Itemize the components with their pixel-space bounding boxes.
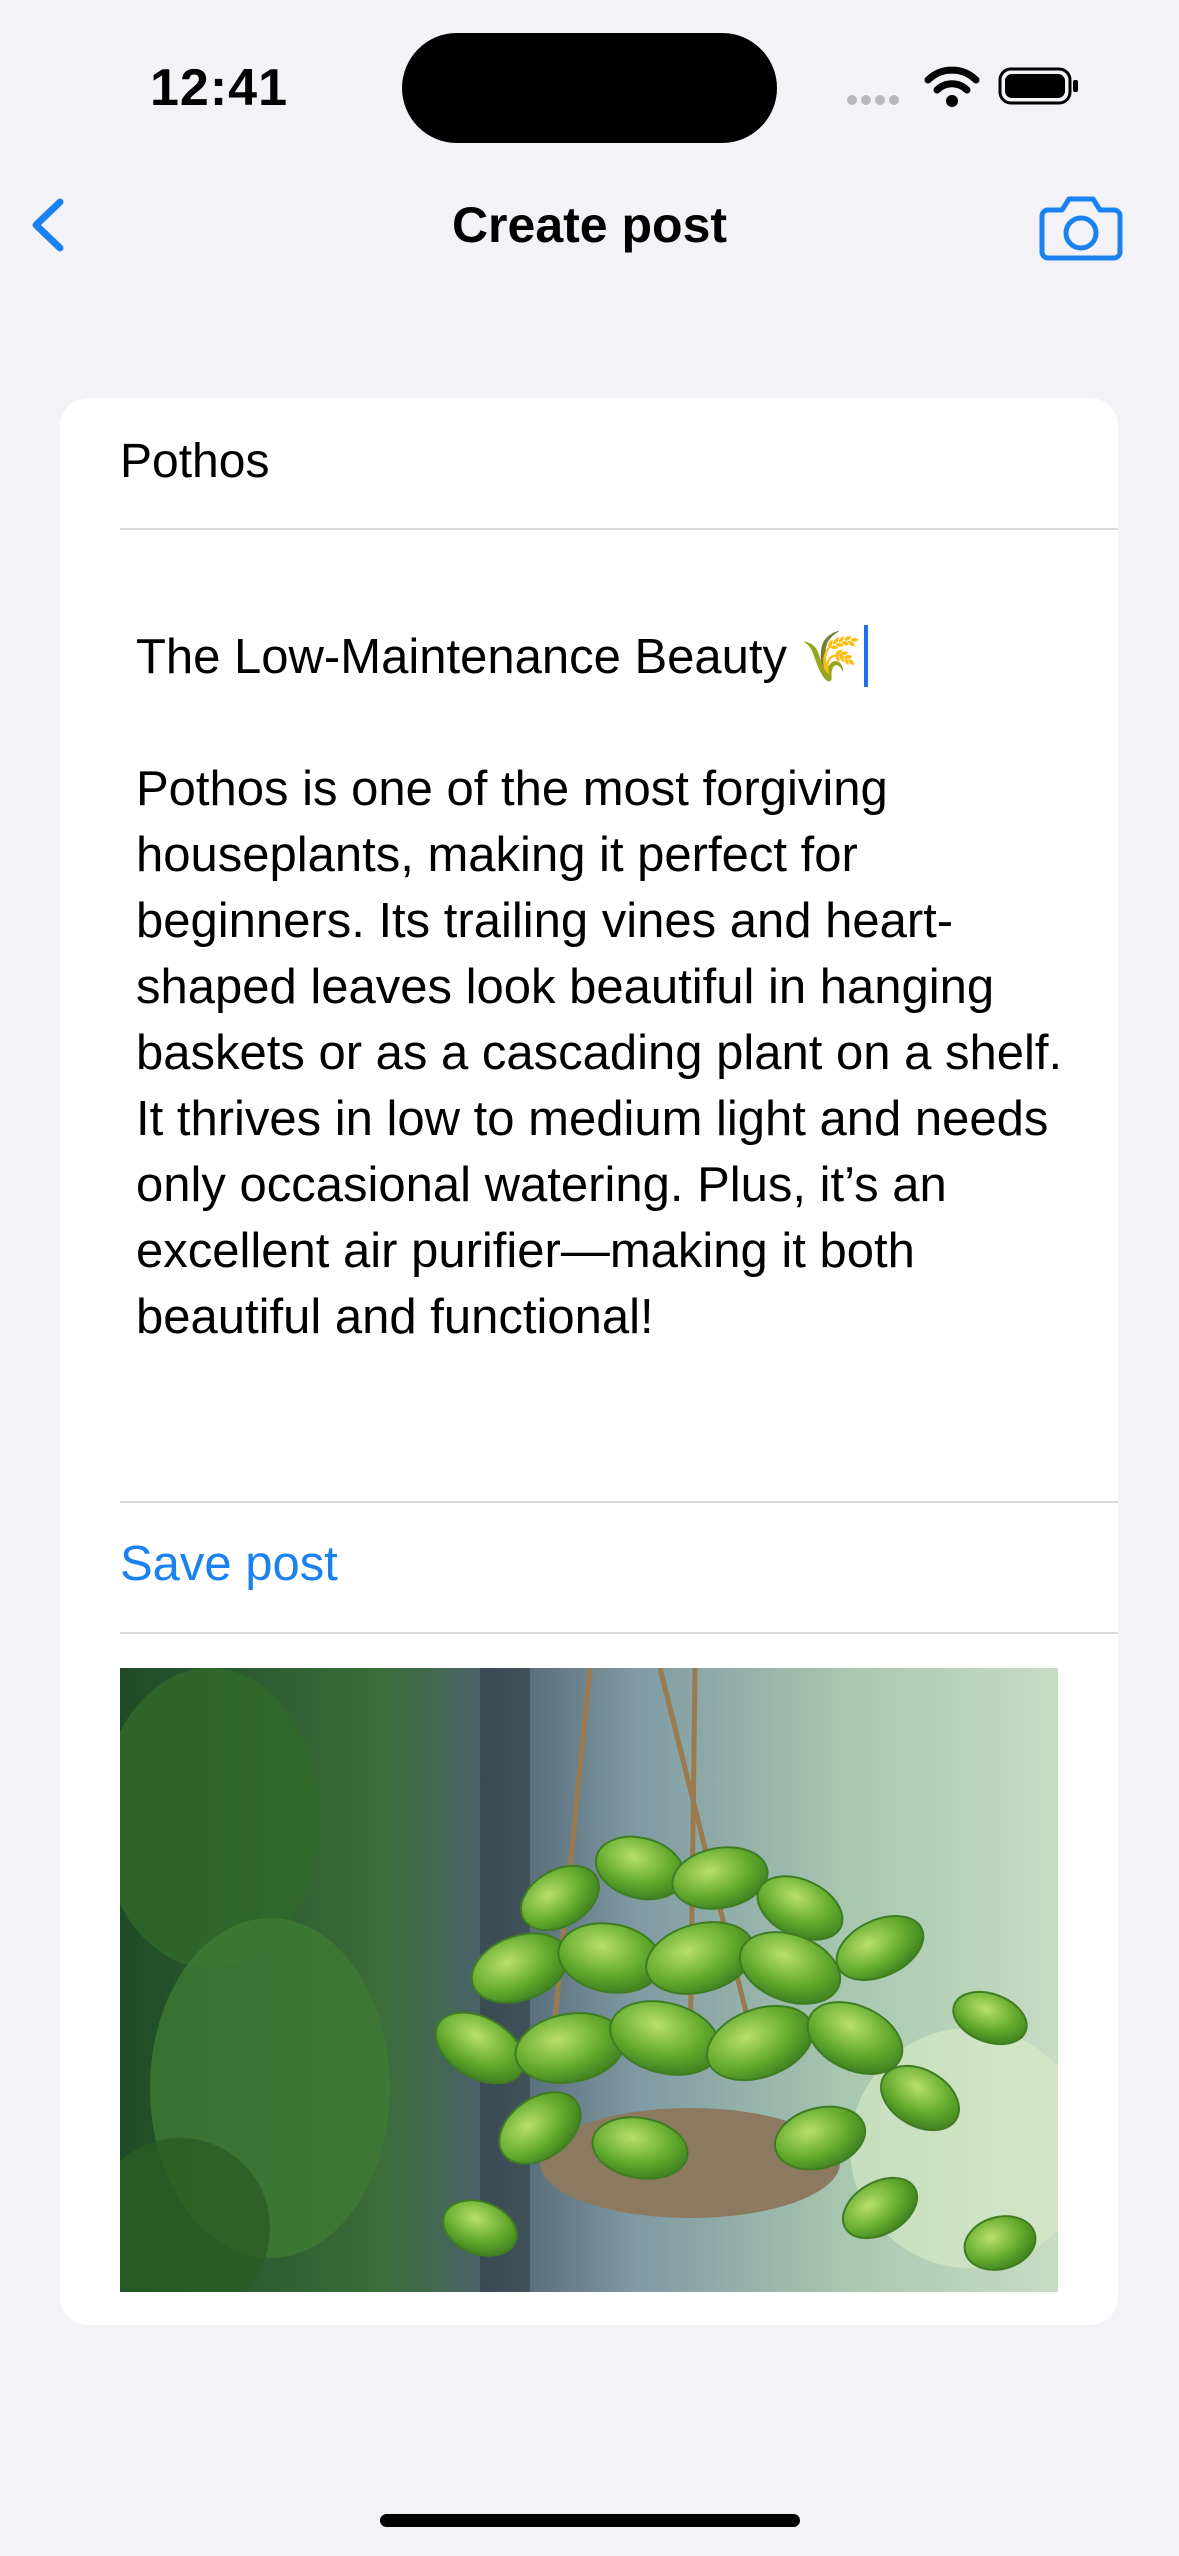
post-body-editor[interactable]: The Low-Maintenance Beauty 🌾 Pothos is o… xyxy=(136,624,1096,1350)
post-text: Pothos is one of the most forgiving hous… xyxy=(136,762,1076,1344)
plant-photo[interactable] xyxy=(120,1668,1058,2292)
post-title-field[interactable]: Pothos xyxy=(120,434,269,489)
home-indicator[interactable] xyxy=(380,2514,800,2527)
page-title: Create post xyxy=(451,197,728,253)
signal-dots-icon xyxy=(847,95,899,105)
save-post-button[interactable]: Save post xyxy=(120,1536,338,1592)
status-time: 12:41 xyxy=(150,59,288,117)
wifi-icon xyxy=(924,66,980,107)
divider xyxy=(120,1632,1118,1634)
divider xyxy=(120,528,1118,530)
text-cursor xyxy=(863,625,868,687)
divider xyxy=(120,1501,1118,1503)
battery-icon xyxy=(998,67,1078,105)
dynamic-island xyxy=(402,33,777,143)
post-card: Pothos The Low-Maintenance Beauty 🌾 Poth… xyxy=(60,398,1118,2325)
post-heading: The Low-Maintenance Beauty 🌾 xyxy=(136,630,862,684)
hanging-pothos-image xyxy=(120,1668,1058,2292)
camera-icon[interactable] xyxy=(1038,190,1124,262)
